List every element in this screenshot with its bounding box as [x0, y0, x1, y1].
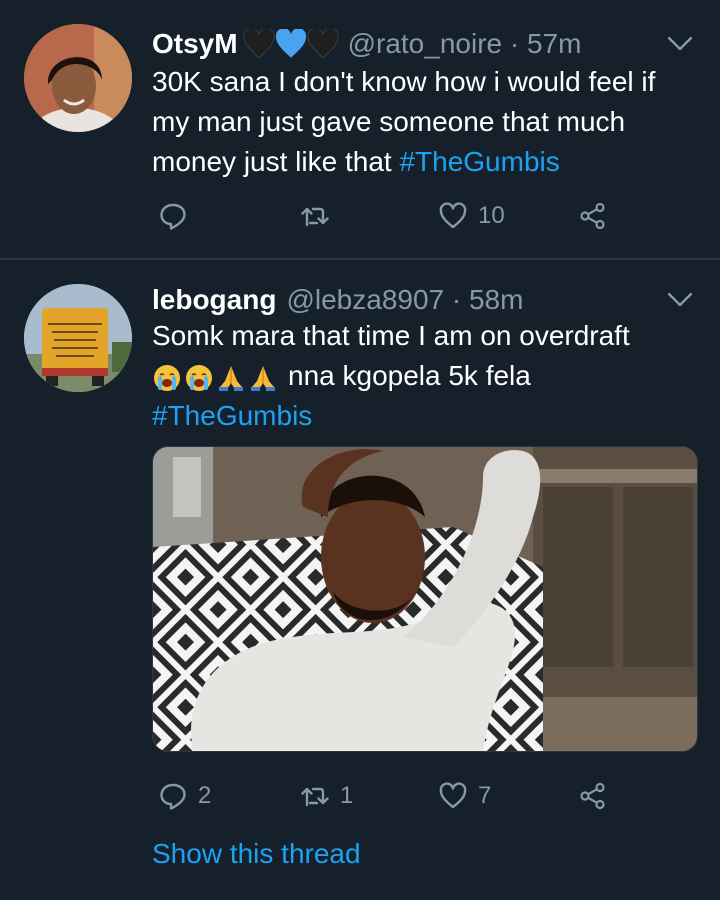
reply-icon: [160, 783, 186, 810]
folded-hands-emoji: [251, 365, 275, 391]
retweet-count: 1: [340, 782, 354, 809]
tweet-header: OtsyM @rato_noire · 57m: [152, 24, 581, 64]
retweet-icon: [301, 787, 329, 807]
tweet-text: 30K sana I don't know how i would feel i…: [152, 62, 692, 182]
avatar[interactable]: [24, 24, 132, 132]
hashtag-link[interactable]: #TheGumbis: [152, 396, 692, 436]
share-button[interactable]: [578, 196, 608, 236]
hashtag-link[interactable]: #TheGumbis: [399, 146, 559, 177]
like-icon: [439, 202, 467, 229]
tweet-media-image[interactable]: [152, 446, 698, 752]
display-name[interactable]: OtsyM: [152, 28, 238, 60]
display-name[interactable]: lebogang: [152, 284, 276, 316]
crying-face-emoji: [154, 364, 180, 391]
chevron-down-icon[interactable]: [666, 290, 694, 310]
like-button[interactable]: 7: [438, 776, 491, 816]
emoji-group: [152, 363, 280, 393]
chevron-down-icon[interactable]: [666, 34, 694, 54]
tweet-header: lebogang @lebza8907 · 58m: [152, 280, 523, 320]
tweet-actions: 2 1 7: [152, 776, 612, 816]
tweet-text-line: nna kgopela 5k fela: [288, 360, 531, 391]
retweet-button[interactable]: 1: [300, 776, 353, 816]
share-icon: [580, 782, 605, 810]
reply-icon: [160, 203, 186, 230]
tweet-text-line: my man just gave someone that much: [152, 106, 626, 137]
black-heart-icon: [306, 29, 339, 59]
reply-button[interactable]: [158, 196, 198, 236]
tweet-text: Somk mara that time I am on overdraft nn…: [152, 316, 692, 436]
tweet[interactable]: lebogang @lebza8907 · 58m Somk mara that…: [0, 260, 720, 900]
show-thread-link[interactable]: Show this thread: [152, 838, 361, 870]
like-count: 10: [478, 202, 505, 229]
tweet-text-line: money just like that: [152, 146, 392, 177]
retweet-button[interactable]: [300, 196, 340, 236]
tweet-text-line: 30K sana I don't know how i would feel i…: [152, 66, 656, 97]
name-emojis: [242, 29, 339, 59]
reply-button[interactable]: 2: [158, 776, 211, 816]
tweet-text-line: Somk mara that time I am on overdraft: [152, 320, 630, 351]
like-count: 7: [478, 782, 492, 809]
reply-count: 2: [198, 782, 212, 809]
share-icon: [580, 202, 605, 230]
blue-heart-icon: [275, 29, 306, 58]
like-button[interactable]: 10: [438, 196, 505, 236]
folded-hands-emoji: [219, 365, 243, 391]
crying-face-emoji: [186, 364, 212, 391]
handle-and-time: @lebza8907 · 58m: [286, 284, 524, 315]
share-button[interactable]: [578, 776, 608, 816]
tweet-actions: 10: [152, 196, 612, 236]
black-heart-icon: [242, 29, 275, 59]
tweet[interactable]: OtsyM @rato_noire · 57m 30K sana I don't…: [0, 0, 720, 258]
avatar[interactable]: [24, 284, 132, 392]
handle-and-time: @rato_noire · 57m: [347, 28, 582, 59]
retweet-icon: [301, 207, 329, 227]
like-icon: [439, 782, 467, 809]
